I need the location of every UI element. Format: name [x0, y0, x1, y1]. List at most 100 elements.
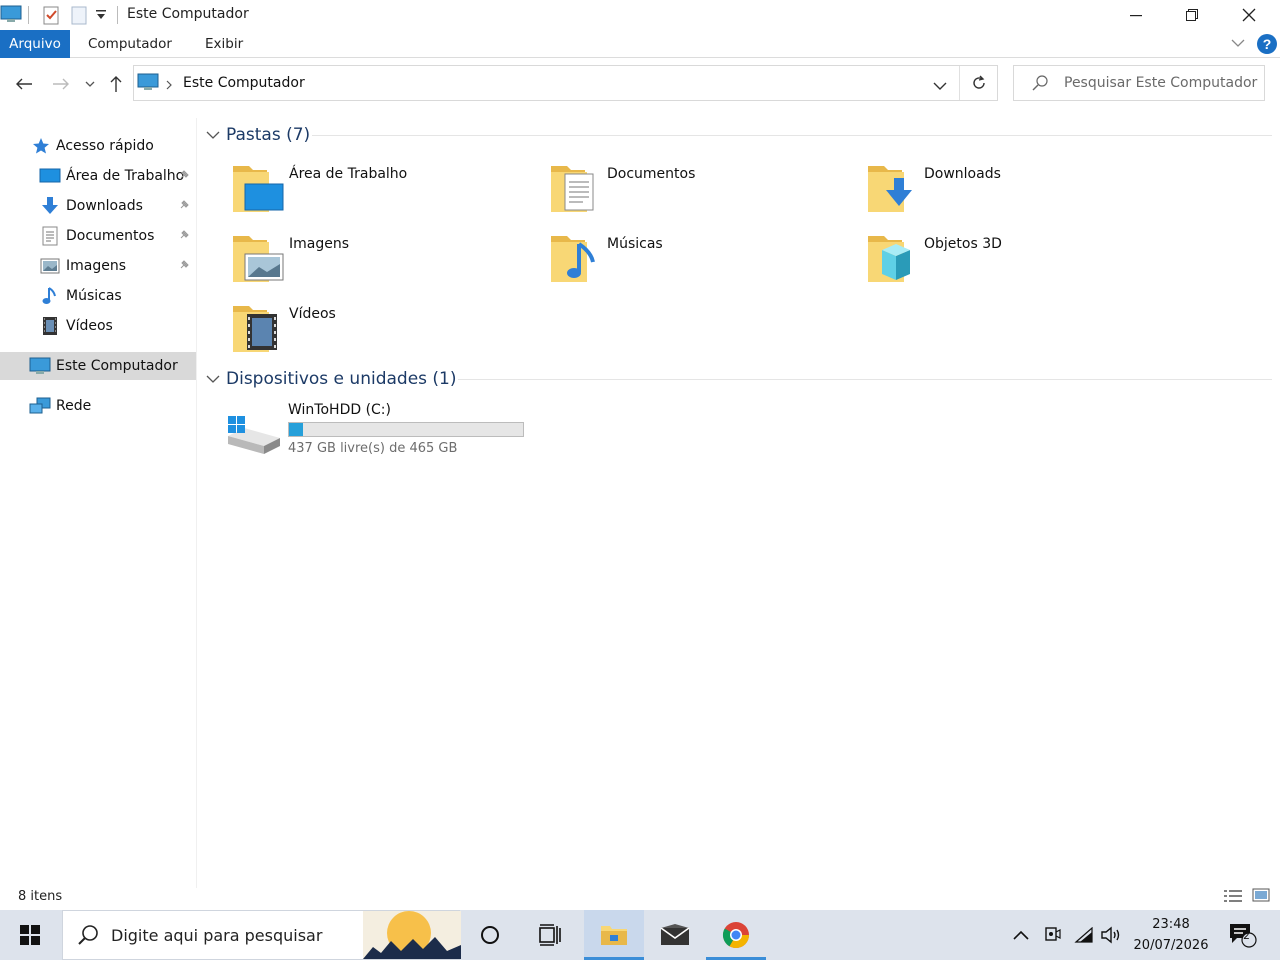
taskbar-search-input[interactable]: Digite aqui para pesquisar: [111, 926, 322, 945]
start-button[interactable]: [0, 910, 60, 960]
windows-logo-icon: [20, 925, 40, 945]
folder-documents[interactable]: Documentos: [549, 160, 849, 220]
folder-videos[interactable]: Vídeos: [231, 300, 531, 360]
music-folder-icon: [551, 236, 595, 282]
computer-icon[interactable]: [0, 4, 22, 28]
sidebar-item-this-pc[interactable]: Este Computador: [0, 352, 196, 380]
new-folder-icon[interactable]: [70, 5, 88, 29]
taskbar-search-box[interactable]: Digite aqui para pesquisar: [62, 910, 461, 960]
sidebar-item-label: Downloads: [66, 198, 143, 214]
breadcrumb[interactable]: Este Computador: [183, 75, 305, 91]
clock[interactable]: 23:48 20/07/2026: [1133, 914, 1209, 956]
details-view-button[interactable]: [1223, 888, 1243, 908]
folder-3d-objects[interactable]: Objetos 3D: [866, 230, 1166, 290]
chevron-down-icon: [933, 82, 947, 90]
restore-icon: [1186, 9, 1198, 21]
sidebar-item-label: Documentos: [66, 228, 155, 244]
address-history-button[interactable]: [933, 79, 947, 95]
taskbar-mail[interactable]: [645, 910, 705, 960]
restore-button[interactable]: [1169, 0, 1215, 30]
sidebar-item-documents[interactable]: Documentos: [0, 222, 196, 250]
item-count: 8 itens: [18, 889, 63, 904]
chevron-down-icon: [206, 131, 220, 139]
star-icon: [30, 136, 52, 156]
group-title: Dispositivos e unidades (1): [226, 369, 457, 389]
folder-downloads[interactable]: Downloads: [866, 160, 1166, 220]
help-button[interactable]: ?: [1256, 33, 1278, 59]
speaker-icon: [1101, 926, 1120, 944]
minimize-button[interactable]: [1113, 0, 1159, 30]
title-bar: Este Computador: [0, 0, 1280, 30]
sidebar-item-videos[interactable]: Vídeos: [0, 312, 196, 340]
drive-c[interactable]: WinToHDD (C:) 437 GB livre(s) de 465 GB: [222, 398, 532, 462]
task-view-cortana-button[interactable]: [460, 910, 520, 960]
folder-label: Vídeos: [289, 306, 336, 322]
download-icon: [39, 196, 61, 216]
forward-button[interactable]: [50, 72, 72, 96]
network-status-button[interactable]: [1071, 923, 1097, 947]
task-view-button[interactable]: [520, 910, 580, 960]
folder-label: Downloads: [924, 166, 1001, 182]
clock-date: 20/07/2026: [1133, 938, 1209, 953]
chrome-icon: [722, 922, 750, 949]
wifi-icon: [1074, 927, 1093, 943]
properties-icon[interactable]: [42, 5, 60, 29]
sidebar-item-network[interactable]: Rede: [0, 392, 196, 420]
taskbar-file-explorer[interactable]: [584, 910, 644, 960]
refresh-button[interactable]: [971, 75, 987, 95]
window-title: Este Computador: [127, 6, 249, 22]
back-button[interactable]: [13, 72, 35, 96]
folder-label: Imagens: [289, 236, 350, 252]
address-bar[interactable]: Este Computador: [133, 65, 998, 101]
sidebar-item-label: Rede: [56, 398, 92, 414]
notification-count: 2: [1243, 929, 1250, 942]
tab-arquivo[interactable]: Arquivo: [0, 30, 70, 58]
computer-icon: [29, 356, 51, 376]
folders-group-header[interactable]: Pastas (7): [206, 123, 1272, 147]
meet-now-button[interactable]: [1039, 923, 1065, 947]
pin-icon: [178, 259, 190, 275]
separator: [28, 6, 30, 28]
folder-desktop[interactable]: Área de Trabalho: [231, 160, 531, 220]
sidebar-item-downloads[interactable]: Downloads: [0, 192, 196, 220]
sidebar-item-label: Este Computador: [56, 358, 178, 374]
sidebar-item-label: Imagens: [66, 258, 127, 274]
folder-pictures[interactable]: Imagens: [231, 230, 531, 290]
search-highlight-image: [363, 911, 461, 959]
arrow-up-icon: [110, 76, 122, 92]
divider: [312, 135, 1272, 136]
customize-quick-access-icon[interactable]: [95, 8, 107, 26]
taskbar-chrome[interactable]: [706, 910, 766, 960]
volume-button[interactable]: [1098, 923, 1124, 947]
status-bar: 8 itens: [0, 884, 1280, 910]
search-input[interactable]: Pesquisar Este Computador: [1064, 75, 1257, 91]
expand-ribbon-button[interactable]: [1231, 37, 1245, 53]
sidebar-item-pictures[interactable]: Imagens: [0, 252, 196, 280]
drive-free-space: 437 GB livre(s) de 465 GB: [288, 441, 458, 456]
sidebar-item-desktop[interactable]: Área de Trabalho: [0, 162, 196, 190]
sidebar-item-music[interactable]: Músicas: [0, 282, 196, 310]
separator: [117, 6, 119, 28]
close-button[interactable]: [1226, 0, 1272, 30]
search-icon: [1032, 75, 1048, 95]
up-button[interactable]: [105, 72, 127, 96]
pictures-folder-icon: [233, 236, 284, 282]
search-box[interactable]: Pesquisar Este Computador: [1013, 65, 1265, 101]
large-icons-view-button[interactable]: [1252, 887, 1270, 907]
chevron-down-icon: [85, 81, 95, 87]
tab-computador[interactable]: Computador: [88, 30, 172, 58]
tab-exibir[interactable]: Exibir: [205, 30, 243, 58]
devices-group-header[interactable]: Dispositivos e unidades (1): [206, 367, 1272, 391]
breadcrumb-separator-icon[interactable]: [165, 78, 173, 94]
chevron-down-icon: [1231, 39, 1245, 47]
action-center-button[interactable]: 2: [1226, 923, 1260, 948]
chevron-up-icon: [1013, 930, 1029, 940]
folder-label: Documentos: [607, 166, 696, 182]
sidebar-item-quick-access[interactable]: Acesso rápido: [0, 132, 196, 160]
recent-locations-button[interactable]: [80, 72, 100, 96]
close-icon: [1242, 8, 1256, 22]
show-hidden-icons-button[interactable]: [1008, 923, 1034, 947]
folder-music[interactable]: Músicas: [549, 230, 849, 290]
document-icon: [39, 226, 61, 246]
details-view-icon: [1224, 890, 1242, 902]
